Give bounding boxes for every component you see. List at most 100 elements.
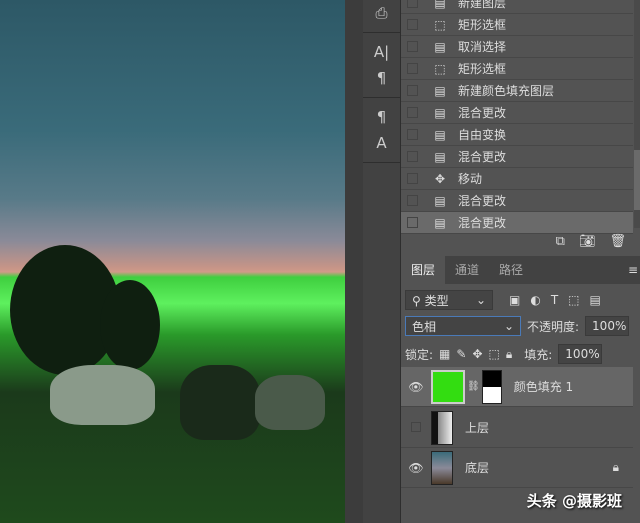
trash-icon[interactable]: 🗑︎ (609, 234, 626, 249)
fill-input[interactable]: 100% (558, 344, 603, 364)
horse (180, 365, 260, 440)
tab-channels[interactable]: 通道 (445, 256, 489, 284)
opacity-label: 不透明度: (527, 319, 580, 334)
panel-menu-icon[interactable]: ≡ (628, 256, 640, 284)
right-panel: ▤ 新建图层 ⬚ 矩形选框 ▤ 取消选择 ⬚ 矩形选框 ▤ 新建颜色填充图层 ▤ 混合更改 ▤ 自由变换 ▤… (401, 0, 640, 523)
lock-position-icon[interactable]: ✥ (472, 347, 482, 361)
history-item[interactable]: ▤ 自由变换 (401, 124, 633, 146)
history-label: 混合更改 (458, 106, 507, 120)
fill-thumbnail (431, 369, 465, 404)
history-item[interactable]: ▤ 混合更改 (401, 190, 633, 212)
layers-tabs: 图层 通道 路径 ≡ (401, 256, 640, 284)
type-filter-icon[interactable]: T (551, 293, 558, 307)
history-item[interactable]: ✥ 移动 (401, 168, 633, 190)
lock-label: 锁定: (405, 347, 434, 362)
layer-thumbnail (431, 410, 453, 445)
horse (50, 365, 155, 425)
camera-snapshot-icon[interactable]: 📷︎ (579, 234, 596, 249)
history-label: 矩形选框 (458, 62, 507, 76)
snapshot-source-checkbox[interactable] (407, 85, 418, 96)
history-list: ▤ 新建图层 ⬚ 矩形选框 ▤ 取消选择 ⬚ 矩形选框 ▤ 新建颜色填充图层 ▤ 混合更改 ▤ 自由变换 ▤… (401, 0, 633, 234)
snapshot-source-checkbox[interactable] (407, 173, 418, 184)
eye-icon[interactable]: 👁︎ (401, 461, 431, 475)
filter-value: 类型 (424, 293, 449, 308)
lock-transparent-icon[interactable]: ▦ (439, 347, 450, 361)
canvas-scroll-area (345, 0, 363, 523)
history-item[interactable]: ⬚ 矩形选框 (401, 58, 633, 80)
panel-dock: ⎙ A| ¶ ¶ A (363, 0, 401, 523)
character-styles-icon[interactable]: A (363, 130, 400, 156)
tree (100, 280, 160, 370)
opacity-input[interactable]: 100% (585, 316, 630, 336)
layer-name: 颜色填充 1 (513, 380, 574, 394)
history-item[interactable]: ▤ 混合更改 (401, 146, 633, 168)
document-icon: ▤ (434, 193, 446, 208)
image-filter-icon[interactable]: ▣ (509, 293, 520, 307)
history-label: 移动 (458, 172, 483, 186)
layer-row-background[interactable]: 👁︎ 底层 🔒︎ (401, 448, 633, 488)
document-icon: ▤ (434, 39, 446, 54)
document-canvas[interactable] (0, 0, 345, 523)
new-document-from-state-icon[interactable]: ⧉ (556, 234, 565, 249)
character-panel-icon[interactable]: A| (363, 39, 400, 65)
document-icon: ▤ (434, 127, 446, 142)
blend-mode-value: 色相 (412, 319, 437, 334)
visibility-toggle[interactable] (401, 421, 431, 435)
lock-icon: 🔒︎ (612, 460, 619, 474)
history-label: 取消选择 (458, 40, 507, 54)
chevron-down-icon: ⌄ (475, 293, 486, 307)
smart-object-filter-icon[interactable]: ▤ (590, 293, 601, 307)
fill-value: 100% (565, 347, 600, 361)
snapshot-source-checkbox[interactable] (407, 129, 418, 140)
history-item[interactable]: ⬚ 矩形选框 (401, 14, 633, 36)
marquee-icon: ⬚ (434, 17, 446, 32)
paragraph-styles-icon[interactable]: ¶ (363, 104, 400, 130)
layer-name: 上层 (465, 421, 490, 435)
adjustment-filter-icon[interactable]: ◐ (530, 293, 540, 307)
history-item[interactable]: ▤ 混合更改 (401, 102, 633, 124)
move-icon: ✥ (434, 171, 446, 186)
document-icon: ▤ (434, 83, 446, 98)
snapshot-source-checkbox[interactable] (407, 195, 418, 206)
tab-layers[interactable]: 图层 (401, 256, 446, 284)
layer-row-upper[interactable]: 上层 (401, 408, 633, 448)
search-icon: ⚲ (412, 293, 421, 308)
layer-name: 底层 (465, 461, 490, 475)
history-label: 矩形选框 (458, 18, 507, 32)
eye-icon[interactable]: 👁︎ (401, 380, 431, 394)
opacity-value: 100% (592, 319, 627, 333)
history-label: 自由变换 (458, 128, 507, 142)
snapshot-source-checkbox[interactable] (407, 41, 418, 52)
clone-source-icon[interactable]: ⎙ (363, 0, 400, 26)
document-icon: ▤ (434, 0, 446, 10)
snapshot-source-checkbox[interactable] (407, 217, 418, 228)
mask-thumbnail[interactable] (481, 369, 502, 404)
layer-thumbnail (431, 450, 453, 485)
snapshot-source-checkbox[interactable] (407, 19, 418, 30)
link-icon[interactable]: ⛓︎ (467, 381, 480, 392)
snapshot-source-checkbox[interactable] (407, 63, 418, 74)
lock-image-icon[interactable]: ✎ (456, 347, 466, 361)
history-label: 混合更改 (458, 194, 507, 208)
history-scrollbar[interactable] (634, 0, 640, 228)
history-footer: ⧉ 📷︎ 🗑︎ (401, 228, 640, 254)
history-item[interactable]: ▤ 取消选择 (401, 36, 633, 58)
lock-all-icon[interactable]: 🔒︎ (506, 347, 512, 362)
layer-filter-select[interactable]: ⚲ 类型 ⌄ (405, 290, 493, 310)
blend-mode-select[interactable]: 色相 ⌄ (405, 316, 521, 336)
paragraph-panel-icon[interactable]: ¶ (363, 65, 400, 91)
snapshot-source-checkbox[interactable] (407, 107, 418, 118)
history-item[interactable]: ▤ 新建颜色填充图层 (401, 80, 633, 102)
marquee-icon: ⬚ (434, 61, 446, 76)
lock-artboard-icon[interactable]: ⬚ (489, 347, 500, 361)
snapshot-source-checkbox[interactable] (407, 0, 418, 8)
snapshot-source-checkbox[interactable] (407, 151, 418, 162)
tab-paths[interactable]: 路径 (489, 256, 533, 284)
shape-filter-icon[interactable]: ⬚ (568, 293, 579, 307)
history-label: 新建图层 (458, 0, 507, 10)
history-label: 混合更改 (458, 150, 507, 164)
layer-row-color-fill[interactable]: 👁︎ ⛓︎ 颜色填充 1 (401, 367, 633, 407)
horse (255, 375, 325, 430)
watermark: 头条 @摄影班 (526, 492, 622, 510)
history-item[interactable]: ▤ 新建图层 (401, 0, 633, 14)
